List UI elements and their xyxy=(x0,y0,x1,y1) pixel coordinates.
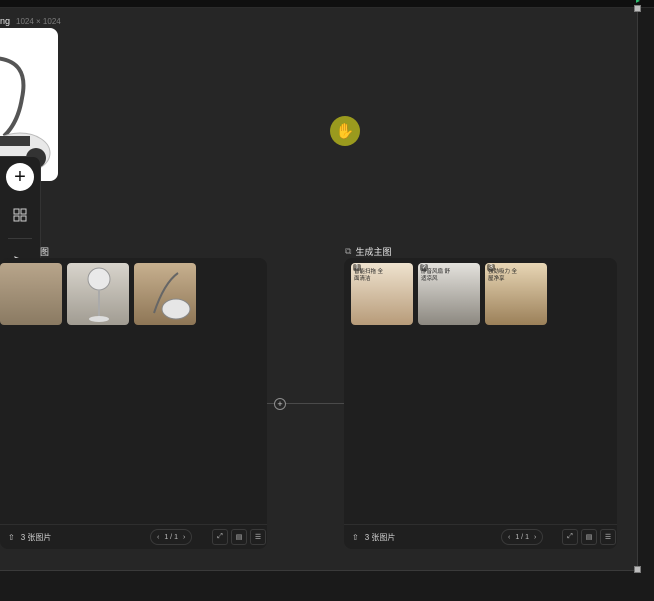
hand-cursor-indicator: ✋ xyxy=(330,116,360,146)
left-crop-icon[interactable]: ⤢ xyxy=(212,529,228,545)
upload-icon[interactable]: ⇧ xyxy=(352,533,359,542)
right-thumb-1[interactable]: 1 智能扫拖 全面清洁 xyxy=(351,263,413,325)
left-thumb-3[interactable] xyxy=(134,263,196,325)
left-image-panel: ⇧ 3 张图片 ‹ 1 / 1 › ⤢ ▤ ☰ xyxy=(0,258,267,549)
grid-icon[interactable] xyxy=(6,201,34,229)
right-menu-icon[interactable]: ☰ xyxy=(600,529,616,545)
left-save-icon[interactable]: ▤ xyxy=(231,529,247,545)
left-pager[interactable]: ‹ 1 / 1 › xyxy=(150,529,193,545)
left-panel-footer: ⇧ 3 张图片 ‹ 1 / 1 › ⤢ ▤ ☰ xyxy=(0,524,267,549)
right-crop-icon[interactable]: ⤢ xyxy=(562,529,578,545)
frame-handle-top-right[interactable] xyxy=(634,5,641,12)
image-label: ng 1024 × 1024 xyxy=(0,16,61,26)
left-thumb-2[interactable] xyxy=(67,263,129,325)
image-name: ng xyxy=(0,16,11,26)
right-pager[interactable]: ‹ 1 / 1 › xyxy=(501,529,544,545)
right-thumb-2[interactable]: 2 静音风扇 舒适凉风 xyxy=(418,263,480,325)
right-save-icon[interactable]: ▤ xyxy=(581,529,597,545)
left-menu-icon[interactable]: ☰ xyxy=(250,529,266,545)
right-image-count: ⇧ 3 张图片 xyxy=(352,533,396,542)
left-image-count: ⇧ 3 张图片 xyxy=(8,533,52,542)
right-image-panel: 1 智能扫拖 全面清洁 2 静音风扇 舒适凉风 3 强劲吸力 全屋净享 ⇧ 3 张… xyxy=(344,258,617,549)
right-panel-title: ⧉ 生成主图 xyxy=(345,246,392,257)
connector-plus-icon[interactable]: + xyxy=(274,398,286,410)
plus-icon[interactable]: + xyxy=(6,163,34,191)
image-dims: 1024 × 1024 xyxy=(16,17,61,26)
copy-icon: ⧉ xyxy=(345,246,352,256)
top-strip: ▸ xyxy=(0,0,654,8)
right-thumb-3[interactable]: 3 强劲吸力 全屋净享 xyxy=(485,263,547,325)
frame-handle-bottom-right[interactable] xyxy=(634,566,641,573)
upload-icon[interactable]: ⇧ xyxy=(8,533,15,542)
left-panel-title: 图 xyxy=(40,247,50,257)
right-panel-footer: ⇧ 3 张图片 ‹ 1 / 1 › ⤢ ▤ ☰ xyxy=(344,524,617,549)
left-thumb-1[interactable] xyxy=(0,263,62,325)
